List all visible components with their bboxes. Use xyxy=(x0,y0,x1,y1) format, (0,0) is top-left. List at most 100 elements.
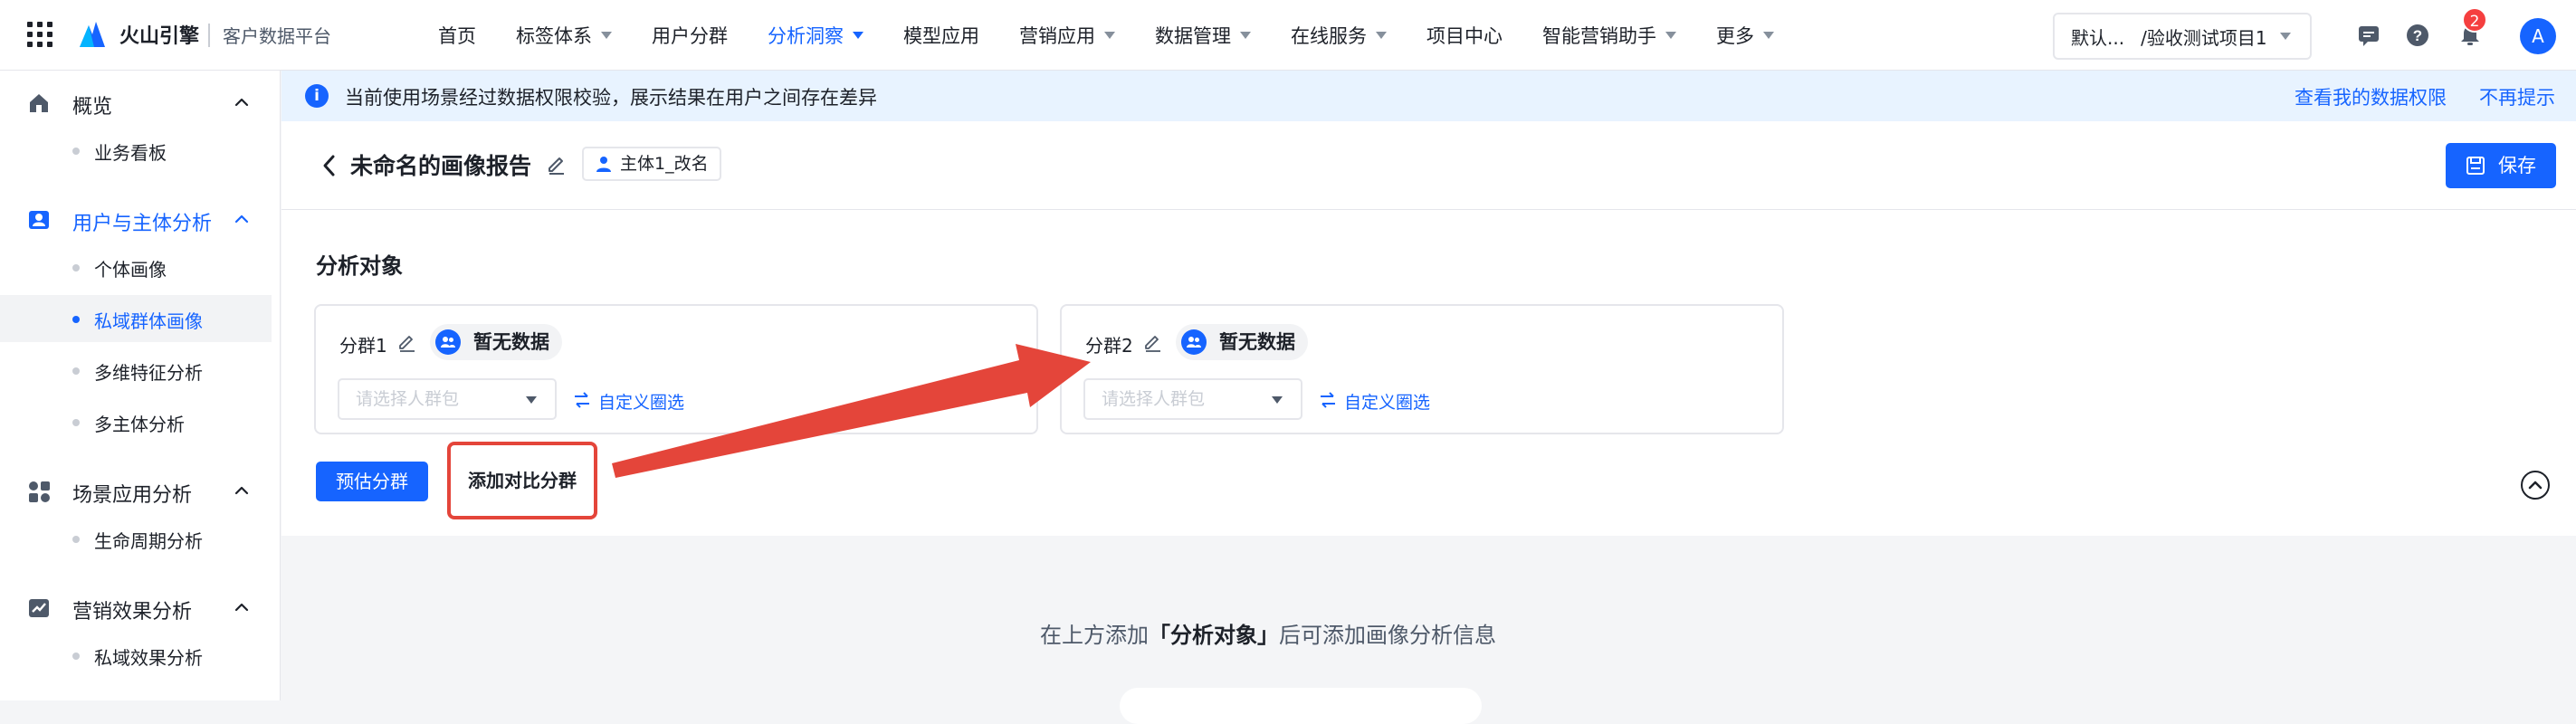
segment-status-tag: 暂无数据 xyxy=(430,324,562,360)
estimate-segment-button[interactable]: 预估分群 xyxy=(316,462,428,501)
nav-item-label: 分析洞察 xyxy=(768,25,844,47)
project-selector[interactable]: 默认... /验收测试项目1 xyxy=(2053,13,2312,60)
sidebar-item-1-3[interactable]: 多主体分析 xyxy=(0,398,272,445)
nav-item-5[interactable]: 营销应用 xyxy=(1019,22,1115,49)
segment-card-2: 分群2 暂无数据请选择人群包 自定义圈选 xyxy=(1060,304,1784,434)
swap-icon xyxy=(1321,392,1335,408)
sidebar-group-1[interactable]: 用户与主体分析 xyxy=(0,195,281,245)
back-arrow-icon[interactable] xyxy=(321,154,336,177)
chevron-up-icon xyxy=(234,214,249,224)
crowd-package-select[interactable]: 请选择人群包 xyxy=(1083,378,1302,420)
chevron-up-icon xyxy=(234,98,249,107)
product-name: 客户数据平台 xyxy=(223,25,331,47)
nav-item-4[interactable]: 模型应用 xyxy=(903,22,979,49)
banner-message: 当前使用场景经过数据权限校验，展示结果在用户之间存在差异 xyxy=(345,87,877,109)
app-launcher-icon[interactable] xyxy=(27,22,52,47)
nav-item-7[interactable]: 在线服务 xyxy=(1291,22,1387,49)
home-icon xyxy=(30,94,48,112)
nav-item-label: 标签体系 xyxy=(516,25,592,47)
empty-state-card xyxy=(1120,688,1482,724)
sidebar-group-label: 营销效果分析 xyxy=(72,601,193,624)
edit-title-icon[interactable] xyxy=(546,154,568,176)
chevron-down-icon xyxy=(1665,32,1676,39)
user-avatar[interactable]: A xyxy=(2520,18,2556,54)
nav-item-0[interactable]: 首页 xyxy=(438,22,476,49)
custom-select-link[interactable]: 自定义圈选 xyxy=(573,389,684,414)
message-icon[interactable] xyxy=(2357,24,2380,47)
nav-item-label: 营销应用 xyxy=(1019,25,1095,47)
empty-state-prefix: 在上方添加 xyxy=(1040,623,1149,648)
chevron-down-icon xyxy=(1376,32,1387,39)
sidebar-item-label: 私域群体画像 xyxy=(94,310,203,332)
nav-item-label: 更多 xyxy=(1716,25,1754,47)
sidebar-group-3[interactable]: 营销效果分析 xyxy=(0,583,281,634)
chevron-down-icon xyxy=(853,32,863,39)
nav-item-9[interactable]: 智能营销助手 xyxy=(1542,22,1676,49)
project-org: 默认... xyxy=(2071,26,2125,49)
sidebar-item-label: 个体画像 xyxy=(94,259,167,281)
chevron-down-icon xyxy=(2279,33,2291,40)
segment-status-label: 暂无数据 xyxy=(1219,331,1295,353)
nav-item-10[interactable]: 更多 xyxy=(1716,22,1774,49)
bullet-dot xyxy=(72,653,80,660)
crowd-package-select[interactable]: 请选择人群包 xyxy=(338,378,557,420)
sidebar: 概览业务看板用户与主体分析个体画像私域群体画像多维特征分析多主体分析场景应用分析… xyxy=(0,71,281,700)
project-name: /验收测试项目1 xyxy=(2141,26,2267,49)
dismiss-banner-link[interactable]: 不再提示 xyxy=(2479,83,2555,110)
sidebar-item-label: 多主体分析 xyxy=(94,414,185,435)
nav-item-label: 模型应用 xyxy=(903,25,979,47)
collapse-panel-button[interactable] xyxy=(2521,471,2550,500)
subject-tag-label: 主体1_改名 xyxy=(620,154,709,174)
empty-state-area: 在上方添加「分析对象」后可添加画像分析信息 xyxy=(281,536,2576,724)
nav-item-3[interactable]: 分析洞察 xyxy=(768,22,863,49)
sidebar-item-2-0[interactable]: 生命周期分析 xyxy=(0,515,272,562)
sidebar-item-1-0[interactable]: 个体画像 xyxy=(0,243,272,291)
add-compare-segment-label: 添加对比分群 xyxy=(468,470,577,491)
sidebar-item-3-0[interactable]: 私域效果分析 xyxy=(0,632,272,679)
edit-segment-name-icon[interactable] xyxy=(1143,333,1163,353)
sidebar-item-1-1[interactable]: 私域群体画像 xyxy=(0,295,272,342)
trend-chart-icon xyxy=(29,599,49,617)
sidebar-item-label: 生命周期分析 xyxy=(94,530,203,552)
bullet-dot xyxy=(72,264,80,272)
chevron-down-icon xyxy=(601,32,612,39)
sidebar-group-0[interactable]: 概览 xyxy=(0,78,281,129)
apps-grid-icon xyxy=(29,481,50,502)
chevron-down-icon xyxy=(1240,32,1251,39)
segment-name: 分群2 xyxy=(1085,335,1133,357)
save-button[interactable]: 保存 xyxy=(2446,143,2556,188)
sidebar-item-label: 业务看板 xyxy=(94,142,167,164)
bullet-dot xyxy=(72,367,80,375)
edit-segment-name-icon[interactable] xyxy=(397,333,417,353)
custom-select-link[interactable]: 自定义圈选 xyxy=(1319,389,1430,414)
info-icon: i xyxy=(305,84,329,108)
nav-item-8[interactable]: 项目中心 xyxy=(1426,22,1503,49)
bullet-dot xyxy=(72,419,80,426)
save-button-label: 保存 xyxy=(2498,155,2536,176)
help-icon[interactable]: ? xyxy=(2406,24,2429,47)
volcengine-logo-icon xyxy=(80,22,105,47)
nav-item-label: 首页 xyxy=(438,25,476,47)
sidebar-item-1-2[interactable]: 多维特征分析 xyxy=(0,347,272,394)
nav-item-label: 在线服务 xyxy=(1291,25,1367,47)
chevron-down-icon xyxy=(526,396,537,404)
subject-tag[interactable]: 主体1_改名 xyxy=(582,147,721,181)
person-icon xyxy=(596,157,611,172)
bullet-dot xyxy=(72,316,80,323)
sidebar-item-0-0[interactable]: 业务看板 xyxy=(0,127,272,174)
chevron-up-icon xyxy=(234,486,249,495)
sidebar-group-2[interactable]: 场景应用分析 xyxy=(0,466,281,517)
save-icon xyxy=(2466,157,2485,175)
view-my-permission-link[interactable]: 查看我的数据权限 xyxy=(2295,83,2447,110)
nav-item-6[interactable]: 数据管理 xyxy=(1155,22,1251,49)
top-navigation-bar: 火山引擎 客户数据平台 首页 标签体系 用户分群 分析洞察 模型应用 营销应用 数据管理 在线… xyxy=(0,0,2576,71)
select-placeholder: 请选择人群包 xyxy=(1102,389,1206,409)
bullet-dot xyxy=(72,148,80,155)
bullet-dot xyxy=(72,536,80,543)
nav-item-2[interactable]: 用户分群 xyxy=(652,22,728,49)
custom-select-label: 自定义圈选 xyxy=(598,393,685,413)
nav-item-1[interactable]: 标签体系 xyxy=(516,22,612,49)
chevron-down-icon xyxy=(1272,396,1283,404)
add-compare-segment-button[interactable]: 添加对比分群 xyxy=(447,442,597,519)
report-title: 未命名的画像报告 xyxy=(350,153,532,179)
